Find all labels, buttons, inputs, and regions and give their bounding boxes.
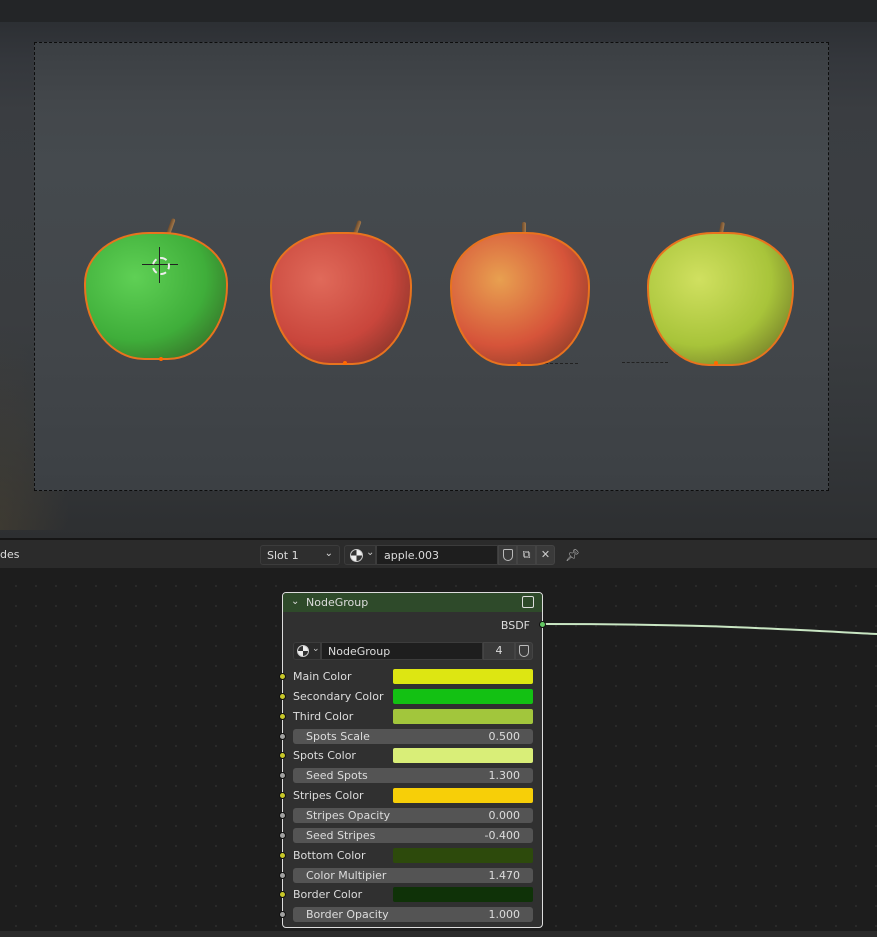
slider-label: Border Opacity: [306, 908, 389, 921]
input-label: Third Color: [293, 710, 354, 723]
input-socket[interactable]: [279, 832, 286, 839]
node-title: NodeGroup: [306, 596, 369, 609]
value-slider[interactable]: Color Multipier 1.470: [293, 868, 533, 883]
node-header[interactable]: ⌄ NodeGroup: [283, 593, 542, 612]
chevron-down-icon: ⌄: [312, 644, 320, 654]
input-label: Main Color: [293, 670, 352, 683]
input-socket[interactable]: [279, 733, 286, 740]
fake-user-button[interactable]: [515, 642, 533, 660]
value-slider[interactable]: Border Opacity 1.000: [293, 907, 533, 922]
bsdf-output-socket[interactable]: [539, 621, 546, 628]
color-swatch[interactable]: [393, 848, 533, 863]
slider-label: Spots Scale: [306, 730, 370, 743]
slider-label: Color Multipier: [306, 869, 387, 882]
node-group-icon[interactable]: [522, 596, 534, 608]
input-label: Border Color: [293, 888, 363, 901]
input-socket[interactable]: [279, 673, 286, 680]
slider-label: Seed Stripes: [306, 829, 376, 842]
input-label: Stripes Color: [293, 789, 364, 802]
value-slider[interactable]: Stripes Opacity 0.000: [293, 808, 533, 823]
color-swatch[interactable]: [393, 748, 533, 763]
browse-group-button[interactable]: ⌄: [293, 642, 321, 660]
node-group[interactable]: ⌄ NodeGroup BSDF ⌄ NodeGroup 4 Main Colo…: [279, 592, 546, 928]
input-socket[interactable]: [279, 812, 286, 819]
input-socket[interactable]: [279, 852, 286, 859]
input-label: Secondary Color: [293, 690, 384, 703]
slider-label: Seed Spots: [306, 769, 368, 782]
color-swatch[interactable]: [393, 887, 533, 902]
input-socket[interactable]: [279, 872, 286, 879]
slider-value: 1.000: [488, 908, 521, 921]
input-socket[interactable]: [279, 693, 286, 700]
shield-icon: [519, 645, 529, 657]
group-users-count[interactable]: 4: [483, 642, 515, 660]
group-name: NodeGroup: [328, 645, 391, 658]
slider-value: 1.300: [488, 769, 521, 782]
slider-value: 1.470: [488, 869, 521, 882]
value-slider[interactable]: Seed Spots 1.300: [293, 768, 533, 783]
input-socket[interactable]: [279, 792, 286, 799]
value-slider[interactable]: Seed Stripes -0.400: [293, 828, 533, 843]
color-swatch[interactable]: [393, 689, 533, 704]
collapse-chevron-icon[interactable]: ⌄: [291, 596, 299, 607]
node-group-selector: ⌄ NodeGroup 4: [293, 642, 533, 660]
node-tree-icon: [297, 645, 309, 657]
editor-bottom-strip: [0, 931, 877, 937]
color-swatch[interactable]: [393, 669, 533, 684]
color-swatch[interactable]: [393, 709, 533, 724]
input-label: Spots Color: [293, 749, 356, 762]
input-socket[interactable]: [279, 772, 286, 779]
value-slider[interactable]: Spots Scale 0.500: [293, 729, 533, 744]
input-label: Bottom Color: [293, 849, 366, 862]
slider-value: -0.400: [484, 829, 520, 842]
slider-value: 0.500: [488, 730, 521, 743]
input-socket[interactable]: [279, 891, 286, 898]
input-socket[interactable]: [279, 713, 286, 720]
input-socket[interactable]: [279, 911, 286, 918]
group-name-field[interactable]: NodeGroup: [321, 642, 483, 660]
slider-value: 0.000: [488, 809, 521, 822]
color-swatch[interactable]: [393, 788, 533, 803]
slider-label: Stripes Opacity: [306, 809, 391, 822]
input-socket[interactable]: [279, 752, 286, 759]
output-label: BSDF: [500, 619, 530, 632]
